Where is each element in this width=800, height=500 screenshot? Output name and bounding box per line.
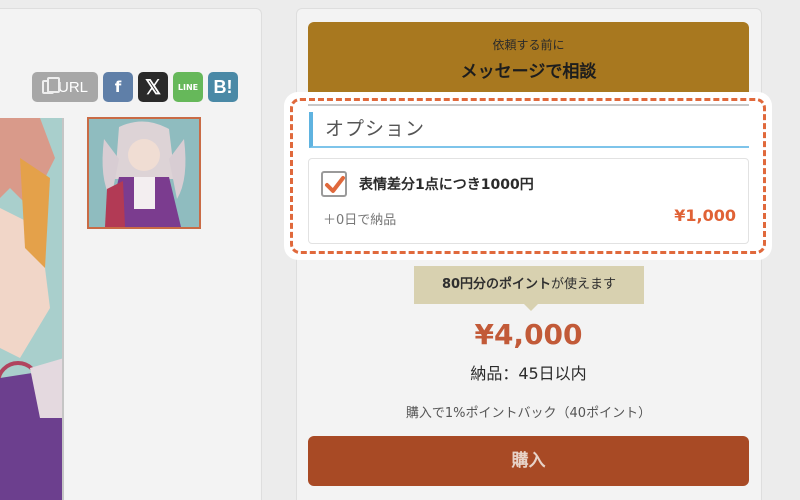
option-checkbox[interactable] xyxy=(321,171,347,197)
consult-main-label: メッセージで相談 xyxy=(460,62,597,82)
delivery-time: 納品：45日以内 xyxy=(470,364,587,383)
option-title: 表情差分1点につき1000円 xyxy=(359,177,534,193)
consult-sub-label: 依頼する前に xyxy=(492,38,565,52)
option-divider xyxy=(308,104,749,106)
checkmark-icon xyxy=(325,176,345,193)
copy-url-button[interactable]: URL xyxy=(32,72,98,102)
copy-url-label: URL xyxy=(57,78,88,96)
line-share-button[interactable]: LINE xyxy=(173,72,203,102)
option-item-card[interactable]: 表情差分1点につき1000円 ＋0日で納品 ¥1,000 xyxy=(308,158,749,244)
points-available-tooltip: 80円分のポイントが使えます xyxy=(414,266,644,311)
hatena-icon: B! xyxy=(213,76,233,97)
facebook-icon: f xyxy=(114,78,122,96)
facebook-share-button[interactable]: f xyxy=(103,72,133,102)
main-artwork-image xyxy=(0,118,64,500)
option-price: ¥1,000 xyxy=(674,206,736,225)
total-price: ¥4,000 xyxy=(474,318,583,351)
copy-icon xyxy=(41,77,60,94)
points-rest: が使えます xyxy=(551,277,617,292)
option-header: オプション xyxy=(309,112,749,148)
share-buttons: URL f 𝕏 LINE B! xyxy=(32,72,238,102)
option-delivery-extra: ＋0日で納品 xyxy=(323,213,397,228)
pointback-note: 購入で1%ポイントバック（40ポイント） xyxy=(405,406,652,421)
line-icon: LINE xyxy=(177,82,199,92)
message-consult-button[interactable]: 依頼する前に メッセージで相談 xyxy=(308,22,749,100)
purchase-button[interactable]: 購入 xyxy=(308,436,749,486)
x-icon: 𝕏 xyxy=(144,76,162,99)
x-share-button[interactable]: 𝕏 xyxy=(138,72,168,102)
hatena-bookmark-button[interactable]: B! xyxy=(208,72,238,102)
points-amount: 80円分のポイント xyxy=(441,277,552,292)
artwork-thumbnail[interactable] xyxy=(87,117,201,229)
